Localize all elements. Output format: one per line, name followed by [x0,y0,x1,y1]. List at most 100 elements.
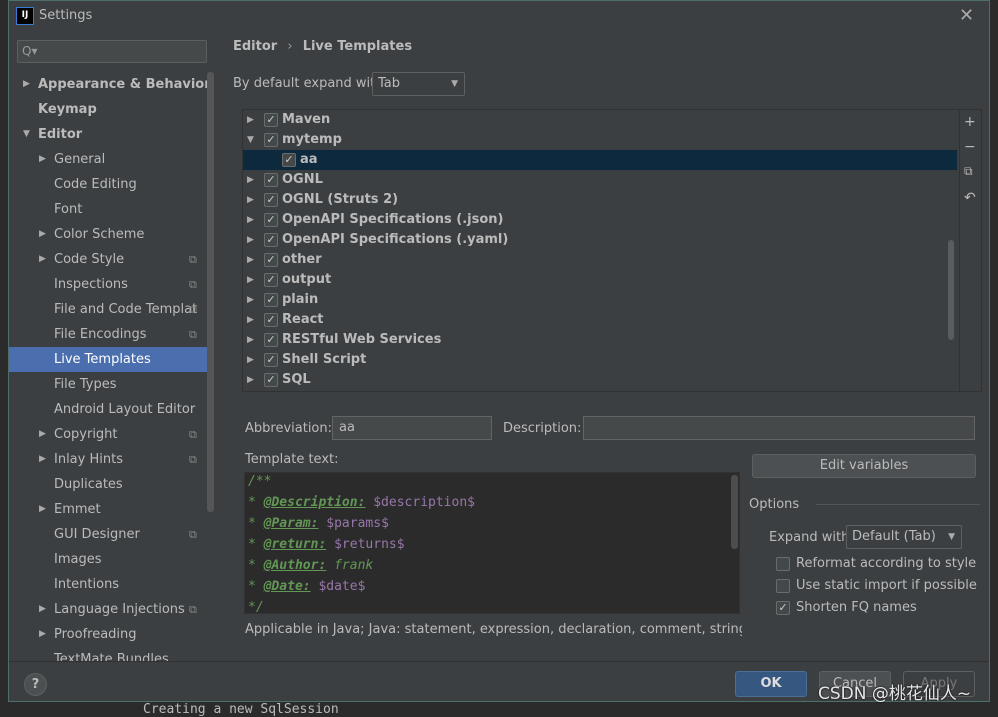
chevron-right-icon[interactable]: ▶ [247,330,254,350]
template-tree-row[interactable]: ▶ ✓ OGNL [243,170,957,190]
chevron-right-icon[interactable]: ▶ [39,597,46,622]
edit-variables-button[interactable]: Edit variables [752,454,976,478]
template-tree-row[interactable]: ▶ ✓ other [243,250,957,270]
sidebar-item[interactable]: ▶ Color Scheme [9,222,208,247]
sidebar-item[interactable]: File Types [9,372,208,397]
sidebar-item[interactable]: ▶ Appearance & Behavior [9,72,211,97]
template-checkbox[interactable]: ✓ [264,213,278,227]
tree-scrollbar[interactable] [948,240,954,340]
chevron-right-icon[interactable]: ▶ [247,370,254,390]
template-text-editor[interactable]: /** * @Description: $description$ * @Param… [244,472,740,614]
template-tree-row[interactable]: ▶ ✓ Maven [243,110,957,130]
breadcrumb-parent[interactable]: Editor [233,39,277,54]
sidebar-item[interactable]: File and Code Templat ⧉ [9,297,208,322]
chevron-right-icon[interactable]: ▶ [23,72,30,97]
chevron-right-icon[interactable]: ▶ [247,110,254,130]
template-tree-row[interactable]: ▶ ✓ output [243,270,957,290]
template-checkbox[interactable]: ✓ [264,333,278,347]
template-checkbox[interactable]: ✓ [264,133,278,147]
expand-with-select[interactable]: Default (Tab) ▼ [846,525,962,549]
abbreviation-input[interactable]: aa [332,416,492,440]
add-icon[interactable]: + [964,114,976,130]
template-tree-row[interactable]: ▼ ✓ mytemp [243,130,957,150]
sidebar-item[interactable]: Keymap [9,97,208,122]
chevron-right-icon[interactable]: ▶ [247,230,254,250]
template-checkbox[interactable]: ✓ [282,153,296,167]
chevron-right-icon[interactable]: ▶ [247,210,254,230]
ok-button[interactable]: OK [735,671,807,697]
sidebar-item[interactable]: Duplicates [9,472,208,497]
template-checkbox[interactable]: ✓ [264,273,278,287]
template-checkbox[interactable]: ✓ [264,373,278,387]
template-checkbox[interactable]: ✓ [264,193,278,207]
option-checkbox[interactable]: ✓ [776,601,790,615]
chevron-right-icon[interactable]: ▶ [39,497,46,522]
sidebar-item[interactable]: ▼ Editor [9,122,208,147]
chevron-right-icon[interactable]: ▶ [247,290,254,310]
chevron-right-icon[interactable]: ▶ [247,170,254,190]
template-tree-row[interactable]: ▶ ✓ OpenAPI Specifications (.json) [243,210,957,230]
template-tree-label: SQL [282,372,311,387]
sidebar-scrollbar[interactable] [207,72,214,512]
sidebar-item[interactable]: Live Templates [9,347,208,372]
template-tree-row[interactable]: ▶ ✓ SQL [243,370,957,390]
restore-icon[interactable]: ↶ [964,190,976,206]
close-icon[interactable]: ✕ [959,5,974,26]
chevron-down-icon[interactable]: ▼ [247,130,254,150]
chevron-right-icon[interactable]: ▶ [39,422,46,447]
sidebar-item[interactable]: ▶ Proofreading [9,622,208,647]
chevron-right-icon[interactable]: ▶ [39,622,46,647]
sidebar-item[interactable]: ▶ Language Injections ⧉ [9,597,208,622]
sidebar-item[interactable]: Images [9,547,208,572]
template-tree-label: RESTful Web Services [282,332,442,347]
sidebar-item[interactable]: GUI Designer ⧉ [9,522,208,547]
template-tree-row[interactable]: ✓ aa [243,150,957,170]
chevron-right-icon[interactable]: ▶ [39,222,46,247]
template-tree-row[interactable]: ▶ ✓ plain [243,290,957,310]
copy-icon[interactable]: ⧉ [964,164,973,179]
sidebar-item[interactable]: ▶ Inlay Hints ⧉ [9,447,208,472]
sidebar-item[interactable]: Intentions [9,572,208,597]
sidebar-item[interactable]: File Encodings ⧉ [9,322,208,347]
sidebar-search-input[interactable]: Q▾ [17,40,207,63]
sidebar-item[interactable]: Font [9,197,208,222]
template-checkbox[interactable]: ✓ [264,233,278,247]
template-tree-row[interactable]: ▶ ✓ React [243,310,957,330]
expand-default-select[interactable]: Tab ▼ [372,72,465,96]
sidebar-item[interactable]: ▶ Code Style ⧉ [9,247,208,272]
template-checkbox[interactable]: ✓ [264,113,278,127]
template-checkbox[interactable]: ✓ [264,253,278,267]
template-tree-row[interactable]: ▶ ✓ OGNL (Struts 2) [243,190,957,210]
template-checkbox[interactable]: ✓ [264,353,278,367]
template-checkbox[interactable]: ✓ [264,173,278,187]
chevron-right-icon[interactable]: ▶ [247,250,254,270]
chevron-right-icon[interactable]: ▶ [39,147,46,172]
sidebar-item[interactable]: Code Editing [9,172,208,197]
chevron-down-icon[interactable]: ▼ [23,122,30,147]
chevron-right-icon[interactable]: ▶ [39,447,46,472]
description-input[interactable] [583,416,975,440]
chevron-right-icon[interactable]: ▶ [39,247,46,272]
template-tree-row[interactable]: ▶ ✓ RESTful Web Services [243,330,957,350]
option-checkbox[interactable] [776,557,790,571]
sidebar-item[interactable]: ▶ Copyright ⧉ [9,422,208,447]
applicable-contexts-link[interactable]: Applicable in Java; Java: statement, exp… [245,622,742,637]
sidebar-item[interactable]: Inspections ⧉ [9,272,208,297]
template-checkbox[interactable]: ✓ [264,293,278,307]
chevron-right-icon[interactable]: ▶ [247,310,254,330]
sidebar-item[interactable]: ▶ Emmet [9,497,208,522]
template-tree-row[interactable]: ▶ ✓ OpenAPI Specifications (.yaml) [243,230,957,250]
template-checkbox[interactable]: ✓ [264,313,278,327]
option-checkbox[interactable] [776,579,790,593]
chevron-right-icon[interactable]: ▶ [247,190,254,210]
sidebar-item[interactable]: ▶ General [9,147,208,172]
template-tree-row[interactable]: ▶ ✓ Shell Script [243,350,957,370]
sidebar-item[interactable]: Android Layout Editor [9,397,208,422]
editor-scrollbar[interactable] [731,475,738,549]
sidebar-item[interactable]: TextMate Bundles [9,647,208,661]
help-button[interactable]: ? [24,673,47,696]
chevron-right-icon[interactable]: ▶ [247,270,254,290]
template-variable: $returns$ [334,537,405,552]
remove-icon[interactable]: − [964,139,976,155]
chevron-right-icon[interactable]: ▶ [247,350,254,370]
